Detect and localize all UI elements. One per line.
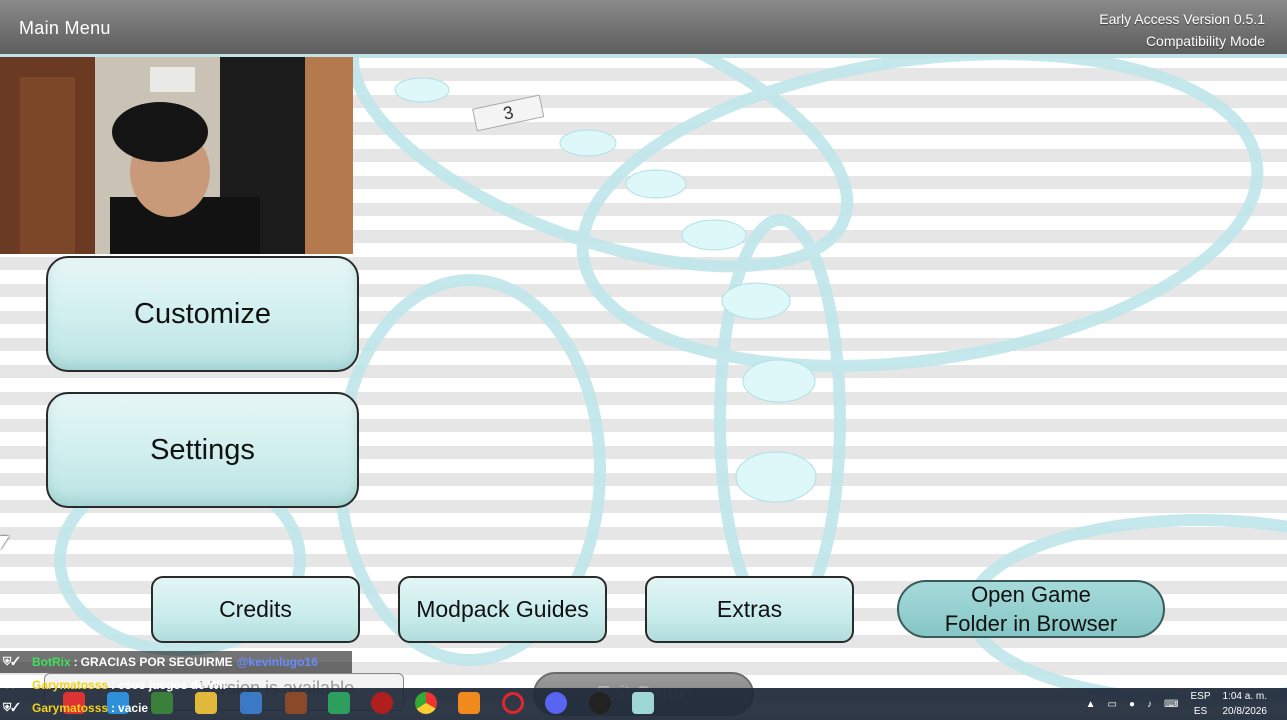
chat-message: ⛨✓ Garymatosss : vacie bbox=[3, 701, 149, 715]
chat-text: esos juegos de Wii bbox=[118, 678, 226, 692]
dice-decoration: 3 bbox=[472, 94, 545, 132]
customize-button[interactable]: Customize bbox=[46, 256, 359, 372]
page-title: Main Menu bbox=[19, 18, 111, 38]
compatibility-label: Compatibility Mode bbox=[1145, 33, 1265, 49]
game-window-icon[interactable] bbox=[632, 692, 654, 714]
extras-button[interactable]: Extras bbox=[645, 576, 854, 643]
language-bottom: ES bbox=[1193, 706, 1208, 717]
clock-date: 20/8/2026 bbox=[1222, 706, 1268, 717]
clock-time: 1:04 a. m. bbox=[1222, 691, 1267, 702]
chat-badge-icon: ⛨✓ bbox=[3, 678, 20, 691]
open-folder-label-line1: Open Game bbox=[971, 582, 1091, 607]
language-indicator[interactable]: ESP ES bbox=[1190, 689, 1210, 719]
mouse-cursor-icon bbox=[0, 536, 9, 550]
network-icon[interactable]: ▭ bbox=[1108, 699, 1117, 710]
chat-badge-icon: ⛨✓ bbox=[3, 655, 20, 668]
chevron-up-icon[interactable]: ▲ bbox=[1086, 699, 1096, 710]
open-folder-label-line2: Folder in Browser bbox=[944, 611, 1118, 636]
chrome-icon[interactable] bbox=[415, 692, 437, 714]
chat-text: vacie bbox=[118, 701, 149, 715]
chat-message: ⛨✓ BotRix : GRACIAS POR SEGUIRME @kevinl… bbox=[0, 651, 352, 673]
version-label: Early Access Version 0.5.1 bbox=[1099, 11, 1265, 27]
obs-icon[interactable] bbox=[589, 692, 611, 714]
chat-badge-icon: ⛨✓ bbox=[3, 701, 20, 714]
modpack-guides-button[interactable]: Modpack Guides bbox=[398, 576, 607, 643]
language-top: ESP bbox=[1190, 691, 1211, 702]
version-info: Early Access Version 0.5.1 Compatibility… bbox=[1099, 8, 1265, 52]
chat-user: Garymatosss bbox=[32, 701, 109, 715]
volume-icon[interactable]: ♪ bbox=[1147, 699, 1152, 710]
open-game-folder-button[interactable]: Open Game Folder in Browser bbox=[897, 580, 1165, 638]
microphone-icon[interactable]: ● bbox=[1129, 699, 1135, 710]
chat-text: GRACIAS POR SEGUIRME bbox=[80, 655, 233, 669]
webcam-overlay bbox=[0, 57, 353, 254]
game-window: 3 Main Menu Early Access Version 0.5.1 C… bbox=[0, 0, 1287, 720]
credits-button[interactable]: Credits bbox=[151, 576, 360, 643]
settings-button[interactable]: Settings bbox=[46, 392, 359, 508]
header-bar bbox=[0, 0, 1287, 56]
clock[interactable]: 1:04 a. m. 20/8/2026 bbox=[1223, 689, 1268, 719]
chat-mention: @kevinlugo16 bbox=[236, 655, 318, 669]
discord-icon[interactable] bbox=[545, 692, 567, 714]
system-tray: ▲ ▭ ● ♪ ⌨ ESP ES 1:04 a. m. 20/8/2026 bbox=[1086, 688, 1287, 720]
vlc-icon[interactable] bbox=[458, 692, 480, 714]
chat-user: Garymatosss bbox=[32, 678, 109, 692]
opera-icon[interactable] bbox=[502, 692, 524, 714]
keyboard-icon[interactable]: ⌨ bbox=[1164, 699, 1178, 710]
chat-message: ⛨✓ Garymatosss : esos juegos de Wii bbox=[3, 678, 226, 692]
app-icon[interactable] bbox=[371, 692, 393, 714]
chat-user: BotRix bbox=[32, 655, 71, 669]
